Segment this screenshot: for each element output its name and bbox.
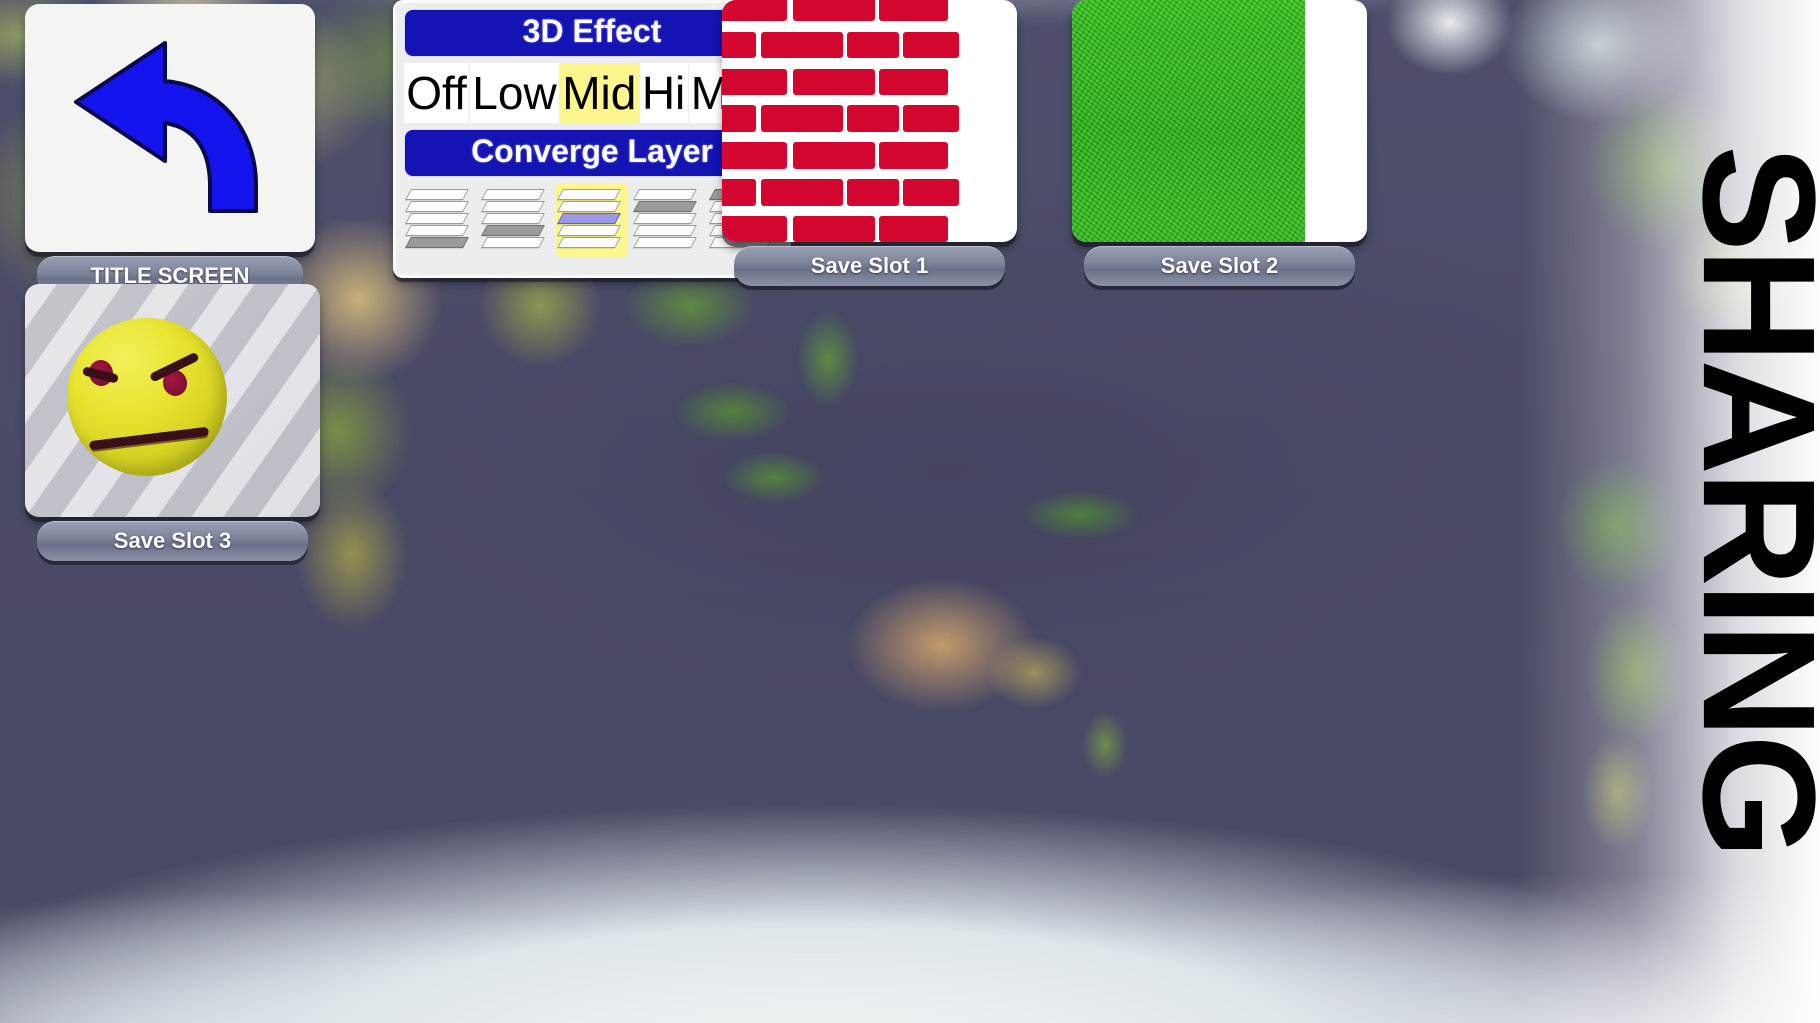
layer-sheet — [481, 201, 545, 212]
converge-layer-2-button[interactable] — [480, 183, 552, 257]
layer-sheet — [557, 237, 621, 248]
effect-option-off[interactable]: Off — [404, 63, 470, 123]
brick — [793, 215, 875, 242]
smiley-face-thumbnail — [67, 318, 227, 476]
brick — [846, 179, 899, 206]
brick-row — [722, 0, 949, 29]
converge-layer-3-button[interactable] — [556, 183, 628, 257]
brick — [902, 105, 959, 132]
layer-stack-icon — [633, 189, 700, 251]
back-arrow-icon — [25, 4, 315, 252]
layer-sheet-highlighted — [481, 225, 545, 236]
brick — [722, 68, 787, 96]
layer-sheet — [633, 237, 697, 248]
brick — [902, 31, 959, 59]
layer-sheet-highlighted — [633, 201, 697, 212]
landmass-southeast-asia — [600, 240, 900, 570]
landmass-antarctica — [0, 763, 1820, 1023]
brick-row — [722, 213, 949, 242]
layer-sheet — [557, 189, 621, 200]
tile-label-save-slot-2[interactable]: Save Slot 2 — [1084, 246, 1355, 286]
effect-option-hi[interactable]: Hi — [639, 63, 688, 123]
layer-sheet — [481, 213, 545, 224]
brick — [760, 31, 843, 59]
brick — [722, 179, 757, 206]
converge-layer-4-button[interactable] — [632, 183, 704, 257]
tile-save-slot-3[interactable]: Save Slot 3 — [25, 284, 320, 561]
layer-sheet — [557, 225, 621, 236]
brick — [879, 0, 949, 22]
tile-label-save-slot-3[interactable]: Save Slot 3 — [37, 521, 308, 561]
layer-stack-icon — [405, 189, 472, 251]
brick — [879, 68, 949, 96]
title-screen-thumbnail[interactable] — [25, 4, 315, 252]
smiley-mouth — [88, 426, 210, 451]
layer-sheet — [405, 189, 469, 200]
brick — [793, 68, 875, 96]
brick-row — [722, 102, 959, 139]
brick — [879, 142, 949, 169]
layer-sheet — [405, 225, 469, 236]
brick-wall-thumbnail — [722, 0, 959, 242]
landmass-north-america — [1430, 0, 1820, 430]
tile-title-screen[interactable]: TITLE SCREEN — [25, 4, 315, 296]
brick — [722, 215, 787, 242]
brick — [879, 215, 949, 242]
converge-layer-1-button[interactable] — [404, 183, 476, 257]
layer-sheet — [405, 213, 469, 224]
layer-sheet — [633, 189, 697, 200]
brick — [793, 142, 875, 169]
green-field-thumbnail — [1072, 0, 1306, 242]
save-slot-3-thumbnail[interactable] — [25, 284, 320, 517]
brick — [760, 105, 843, 132]
brick — [846, 105, 899, 132]
back-arrow-svg — [74, 41, 258, 213]
layer-sheet-highlighted — [405, 237, 469, 248]
tile-label-save-slot-1[interactable]: Save Slot 1 — [734, 246, 1005, 286]
tile-save-slot-2[interactable]: Save Slot 2 — [1072, 0, 1367, 286]
brick — [722, 105, 757, 132]
effect-option-mid[interactable]: Mid — [559, 63, 639, 123]
brick — [760, 179, 843, 206]
tile-save-slot-1[interactable]: Save Slot 1 — [722, 0, 1017, 286]
brick — [846, 31, 899, 59]
brick-row — [722, 139, 949, 176]
brick — [793, 0, 875, 22]
layer-sheet — [633, 213, 697, 224]
layer-sheet — [481, 189, 545, 200]
layer-sheet — [633, 225, 697, 236]
brick — [722, 0, 787, 22]
brick — [722, 31, 757, 59]
layer-sheet-highlighted — [557, 213, 621, 224]
save-slot-2-thumbnail[interactable] — [1072, 0, 1367, 242]
layer-sheet — [481, 237, 545, 248]
layer-sheet — [557, 201, 621, 212]
brick — [902, 179, 959, 206]
brick-row — [722, 176, 959, 213]
save-slot-1-thumbnail[interactable] — [722, 0, 1017, 242]
brick-row — [722, 66, 949, 103]
layer-stack-icon — [557, 189, 624, 251]
layer-sheet — [405, 201, 469, 212]
layer-stack-icon — [481, 189, 548, 251]
brick-row — [722, 29, 959, 66]
brick — [722, 142, 787, 169]
effect-option-low[interactable]: Low — [470, 63, 559, 123]
